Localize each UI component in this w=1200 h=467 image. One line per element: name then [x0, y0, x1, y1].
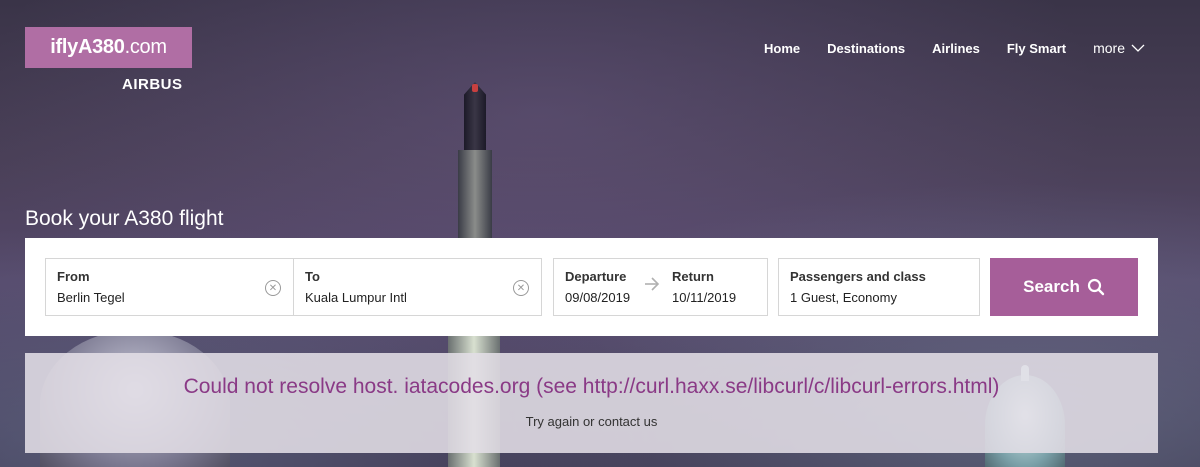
from-field[interactable]: From Berlin Tegel ✕ [45, 258, 294, 316]
error-help-text[interactable]: Try again or contact us [25, 414, 1158, 429]
passengers-label: Passengers and class [790, 269, 926, 284]
logo-suffix-text: .com [124, 36, 167, 58]
error-message: Could not resolve host. iatacodes.org (s… [183, 375, 1000, 398]
clear-icon[interactable]: ✕ [513, 280, 529, 296]
search-icon [1087, 278, 1105, 296]
from-label: From [57, 269, 90, 284]
search-button-label: Search [1023, 277, 1080, 296]
search-button[interactable]: Search [990, 258, 1138, 316]
clear-icon[interactable]: ✕ [265, 280, 281, 296]
minaret [464, 82, 486, 152]
main-nav: Home Destinations Airlines Fly Smart mor… [737, 40, 1145, 56]
to-label: To [305, 269, 320, 284]
departure-label: Departure [565, 269, 627, 284]
nav-destinations[interactable]: Destinations [827, 41, 905, 56]
to-value[interactable]: Kuala Lumpur Intl [305, 290, 541, 305]
chevron-down-icon [1131, 44, 1145, 52]
nav-more[interactable]: more [1093, 40, 1145, 56]
nav-airlines[interactable]: Airlines [932, 41, 980, 56]
logo-bold-text: iflyA380 [50, 36, 125, 58]
departure-value: 09/08/2019 [565, 290, 631, 305]
return-value: 10/11/2019 [672, 290, 737, 305]
airbus-logo: AIRBUS [122, 76, 183, 93]
site-logo[interactable]: iflyA380 .com [25, 27, 192, 68]
flight-search-panel: From Berlin Tegel ✕ To Kuala Lumpur Intl… [25, 238, 1158, 336]
error-panel: Could not resolve host. iatacodes.org (s… [25, 353, 1158, 453]
return-date[interactable]: Return 10/11/2019 [672, 269, 736, 305]
nav-more-label: more [1093, 40, 1125, 56]
dates-field[interactable]: Departure 09/08/2019 Return 10/11/2019 [553, 258, 768, 316]
to-field[interactable]: To Kuala Lumpur Intl ✕ [293, 258, 542, 316]
from-value[interactable]: Berlin Tegel [57, 290, 293, 305]
passengers-value: 1 Guest, Economy [790, 290, 897, 305]
nav-home[interactable]: Home [764, 41, 800, 56]
passengers-field[interactable]: Passengers and class 1 Guest, Economy [778, 258, 980, 316]
booking-title: Book your A380 flight [25, 207, 224, 230]
return-label: Return [672, 269, 714, 284]
arrow-right-icon [645, 277, 660, 291]
nav-fly-smart[interactable]: Fly Smart [1007, 41, 1066, 56]
departure-date[interactable]: Departure 09/08/2019 [565, 269, 630, 305]
